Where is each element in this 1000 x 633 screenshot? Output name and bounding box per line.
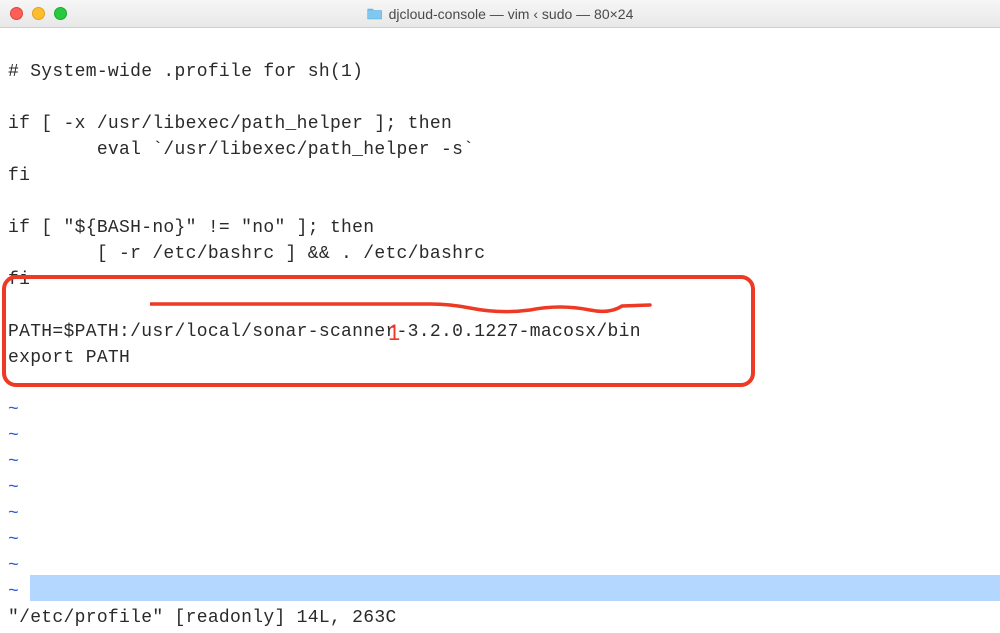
maximize-window-button[interactable] <box>54 7 67 20</box>
vim-tilde: ~ <box>8 452 19 472</box>
folder-icon <box>367 7 383 20</box>
code-line: fi <box>8 166 30 186</box>
vim-status-bar: "/etc/profile" [readonly] 14L, 263C <box>0 608 1000 633</box>
vim-tilde: ~ <box>8 400 19 420</box>
code-line: if [ "${BASH-no}" != "no" ]; then <box>8 218 374 238</box>
code-line: export PATH <box>8 348 130 368</box>
code-line <box>8 374 19 394</box>
window-titlebar: djcloud-console — vim ‹ sudo — 80×24 <box>0 0 1000 28</box>
code-line: fi <box>8 270 30 290</box>
vim-tilde: ~ <box>8 478 19 498</box>
vim-tilde: ~ <box>8 530 19 550</box>
close-window-button[interactable] <box>10 7 23 20</box>
vim-tilde: ~ <box>8 556 19 576</box>
code-line: # System-wide .profile for sh(1) <box>8 62 363 82</box>
vim-tilde: ~ <box>8 426 19 446</box>
vim-tilde: ~ <box>8 582 19 602</box>
minimize-window-button[interactable] <box>32 7 45 20</box>
code-line: eval `/usr/libexec/path_helper -s` <box>8 140 474 160</box>
traffic-lights <box>10 7 67 20</box>
status-text: "/etc/profile" [readonly] 14L, 263C <box>8 608 397 628</box>
window-title-text: djcloud-console — vim ‹ sudo — 80×24 <box>389 6 634 22</box>
vim-tilde: ~ <box>8 504 19 524</box>
code-line: if [ -x /usr/libexec/path_helper ]; then <box>8 114 452 134</box>
window-title: djcloud-console — vim ‹ sudo — 80×24 <box>367 6 634 22</box>
code-line: PATH=$PATH:/usr/local/sonar-scanner-3.2.… <box>8 322 641 342</box>
code-line: [ -r /etc/bashrc ] && . /etc/bashrc <box>8 244 485 264</box>
terminal-viewport[interactable]: # System-wide .profile for sh(1) if [ -x… <box>0 28 1000 610</box>
